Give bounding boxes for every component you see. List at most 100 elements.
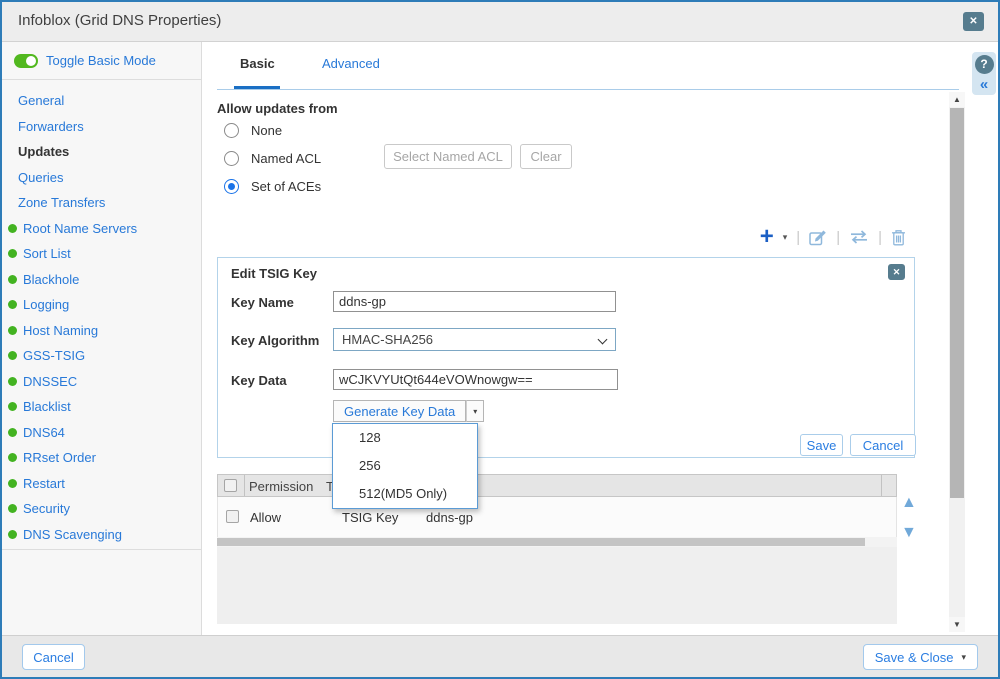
sidebar-item-label: Updates <box>18 144 69 159</box>
permission-column-header[interactable]: Permission <box>249 479 313 494</box>
radio-set-of-aces[interactable] <box>224 179 239 194</box>
select-named-acl-button[interactable]: Select Named ACL <box>384 144 512 169</box>
dropdown-option-128[interactable]: 128 <box>333 424 477 452</box>
up-arrow-icon: ▲ <box>953 95 961 104</box>
sidebar-item[interactable]: Logging <box>2 292 201 318</box>
down-arrow-icon: ▼ <box>953 620 961 629</box>
green-status-icon <box>8 275 17 284</box>
sidebar-item[interactable]: Zone Transfers <box>2 190 201 216</box>
row-name-cell: ddns-gp <box>426 510 473 525</box>
add-icon[interactable]: + <box>760 226 774 248</box>
scrollbar-thumb[interactable] <box>217 538 865 546</box>
delete-icon[interactable] <box>891 229 906 246</box>
ace-table-row[interactable]: Allow TSIG Key ddns-gp <box>217 497 897 537</box>
green-status-icon <box>8 428 17 437</box>
move-down-icon[interactable]: ▼ <box>901 525 917 541</box>
panel-close-button[interactable]: ✕ <box>888 264 905 280</box>
window-title: Infoblox (Grid DNS Properties) <box>18 12 221 29</box>
sidebar-menu: General Forwarders Updates Queries Zone … <box>2 80 201 550</box>
window-close-button[interactable]: ✕ <box>963 12 984 31</box>
caret-down-icon: ▾ <box>473 407 477 416</box>
scroll-down-button[interactable]: ▼ <box>949 617 965 632</box>
select-all-checkbox[interactable] <box>224 479 237 492</box>
sidebar-item-label: Logging <box>23 297 69 312</box>
sidebar-item[interactable]: Blackhole <box>2 267 201 293</box>
save-and-close-button[interactable]: Save & Close ▾ <box>863 644 978 670</box>
row-checkbox[interactable] <box>226 510 239 523</box>
radio-row-set-of-aces[interactable]: Set of ACEs <box>224 176 321 196</box>
footer-bar: Cancel Save & Close ▾ <box>2 635 998 677</box>
sidebar-item-label: DNSSEC <box>23 374 77 389</box>
sidebar-item[interactable]: Queries <box>2 165 201 191</box>
vertical-scrollbar[interactable]: ▲ ▼ <box>949 92 965 632</box>
sidebar-item-label: Sort List <box>23 246 71 261</box>
dropdown-option-256[interactable]: 256 <box>333 452 477 480</box>
sidebar-item[interactable]: RRset Order <box>2 445 201 471</box>
scrollbar-thumb[interactable] <box>950 108 964 498</box>
sidebar-item[interactable]: DNSSEC <box>2 369 201 395</box>
sidebar-item[interactable]: Updates <box>2 139 201 165</box>
sidebar-item-label: Security <box>23 501 70 516</box>
sidebar-item-label: DNS64 <box>23 425 65 440</box>
sidebar-item-label: Restart <box>23 476 65 491</box>
toggle-basic-mode-button[interactable]: Toggle Basic Mode <box>2 42 201 80</box>
key-name-label: Key Name <box>231 295 294 310</box>
key-data-input[interactable] <box>333 369 618 390</box>
move-up-icon[interactable]: ▲ <box>901 495 917 511</box>
close-icon: ✕ <box>893 267 901 278</box>
radio-none[interactable] <box>224 123 239 138</box>
cancel-button[interactable]: Cancel <box>22 644 85 670</box>
sidebar-item[interactable]: Restart <box>2 471 201 497</box>
toolbar-divider: | <box>796 229 800 246</box>
tab-advanced[interactable]: Advanced <box>322 56 380 71</box>
column-divider <box>244 475 245 496</box>
sidebar-item[interactable]: DNS Scavenging <box>2 522 201 548</box>
radio-row-named-acl[interactable]: Named ACL <box>224 148 321 168</box>
edit-icon[interactable] <box>809 229 827 246</box>
generate-caret-button[interactable]: ▾ <box>466 400 484 422</box>
green-status-icon <box>8 249 17 258</box>
sidebar-item[interactable]: Root Name Servers <box>2 216 201 242</box>
radio-row-none[interactable]: None <box>224 120 282 140</box>
row-type-cell: TSIG Key <box>342 510 398 525</box>
sidebar-item[interactable]: Blacklist <box>2 394 201 420</box>
sidebar-item-label: Host Naming <box>23 323 98 338</box>
clear-button[interactable]: Clear <box>520 144 572 169</box>
radio-named-acl[interactable] <box>224 151 239 166</box>
sidebar-item[interactable]: GSS-TSIG <box>2 343 201 369</box>
tab-basic[interactable]: Basic <box>240 56 275 71</box>
table-horizontal-scrollbar[interactable] <box>217 537 897 547</box>
green-status-icon <box>8 479 17 488</box>
key-size-dropdown-menu: 128 256 512(MD5 Only) <box>332 423 478 509</box>
ace-toolbar: + ▾ | | | <box>760 224 906 250</box>
panel-cancel-button[interactable]: Cancel <box>850 434 916 456</box>
sidebar-item[interactable]: Sort List <box>2 241 201 267</box>
add-caret-icon[interactable]: ▾ <box>783 232 788 243</box>
sidebar-item[interactable]: Security <box>2 496 201 522</box>
sidebar-item[interactable]: General <box>2 88 201 114</box>
sidebar-item[interactable]: Forwarders <box>2 114 201 140</box>
radio-set-of-aces-label: Set of ACEs <box>251 179 321 194</box>
row-permission-cell: Allow <box>250 510 281 525</box>
radio-named-acl-label: Named ACL <box>251 151 321 166</box>
reorder-icon[interactable] <box>849 230 869 244</box>
key-name-input[interactable] <box>333 291 616 312</box>
sidebar-item-label: RRset Order <box>23 450 96 465</box>
scroll-up-button[interactable]: ▲ <box>949 92 965 107</box>
green-status-icon <box>8 504 17 513</box>
help-icon[interactable]: ? <box>975 55 994 74</box>
sidebar-item-label: General <box>18 93 64 108</box>
dropdown-option-512[interactable]: 512(MD5 Only) <box>333 480 477 508</box>
ace-table-header: Permission T <box>217 474 897 497</box>
sidebar-item[interactable]: DNS64 <box>2 420 201 446</box>
radio-none-label: None <box>251 123 282 138</box>
panel-save-button[interactable]: Save <box>800 434 843 456</box>
toggle-basic-mode-label: Toggle Basic Mode <box>46 53 156 68</box>
generate-key-data-button[interactable]: Generate Key Data <box>333 400 466 422</box>
key-data-label: Key Data <box>231 373 287 388</box>
collapse-panel-icon[interactable]: « <box>972 77 996 93</box>
sidebar-item[interactable]: Host Naming <box>2 318 201 344</box>
key-algorithm-select[interactable]: HMAC-SHA256 <box>333 328 616 351</box>
green-status-icon <box>8 224 17 233</box>
green-status-icon <box>8 530 17 539</box>
